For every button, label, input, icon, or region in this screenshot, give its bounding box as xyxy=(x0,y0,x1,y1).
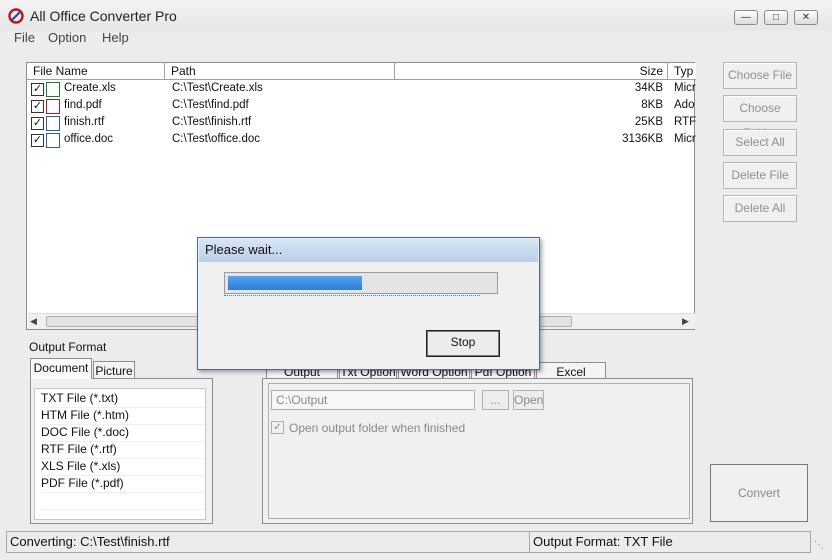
file-row-checkbox[interactable]: ✓ xyxy=(31,100,44,113)
file-row[interactable]: ✓ finish.rtf C:\Test\finish.rtf 25KB RTF xyxy=(27,115,696,132)
format-list-item[interactable]: XLS File (*.xls) xyxy=(41,459,205,476)
progress-fill xyxy=(228,276,362,290)
column-header-size[interactable]: Size xyxy=(395,63,668,80)
file-row-checkbox[interactable]: ✓ xyxy=(31,117,44,130)
delete-file-button[interactable]: Delete File xyxy=(723,162,797,189)
file-row-path: C:\Test\find.pdf xyxy=(172,99,249,111)
file-row-size: 8KB xyxy=(641,99,663,111)
file-row-checkbox[interactable]: ✓ xyxy=(31,83,44,96)
format-list-item[interactable]: RTF File (*.rtf) xyxy=(41,442,205,459)
file-row-path: C:\Test\finish.rtf xyxy=(172,116,252,128)
status-output-format: Output Format: TXT File xyxy=(529,531,811,553)
pdf-file-icon xyxy=(46,99,60,114)
delete-all-button[interactable]: Delete All xyxy=(723,195,797,222)
file-row-name: find.pdf xyxy=(64,99,102,111)
minimize-button[interactable]: — xyxy=(734,10,758,25)
choose-folder-button[interactable]: Choose Folder xyxy=(723,95,797,140)
convert-button[interactable]: Convert xyxy=(710,464,808,522)
format-list-item[interactable]: DOC File (*.doc) xyxy=(41,425,205,442)
file-row-path: C:\Test\office.doc xyxy=(172,133,260,145)
format-list-empty-row xyxy=(41,493,205,510)
file-row-size: 25KB xyxy=(634,116,663,128)
stop-button[interactable]: Stop xyxy=(426,330,500,357)
file-row-path: C:\Test\Create.xls xyxy=(172,82,263,94)
progress-dialog: Please wait... Stop xyxy=(197,237,540,370)
file-row[interactable]: ✓ Create.xls C:\Test\Create.xls 34KB Micr xyxy=(27,81,696,98)
open-button[interactable]: Open xyxy=(513,390,544,410)
open-when-finished-label: Open output folder when finished xyxy=(289,421,466,435)
choose-file-button[interactable]: Choose File xyxy=(723,62,797,89)
file-row-size: 3136KB xyxy=(622,133,663,145)
file-row-type: Micr xyxy=(674,133,696,145)
progress-dotted-line xyxy=(224,295,480,296)
file-row-name: office.doc xyxy=(64,133,114,145)
open-when-finished-checkbox[interactable]: ✓ xyxy=(271,421,284,434)
file-row-type: RTF xyxy=(674,116,696,128)
maximize-button[interactable]: □ xyxy=(764,10,788,25)
close-button[interactable]: ✕ xyxy=(794,10,818,25)
column-header-path[interactable]: Path xyxy=(165,63,395,80)
dialog-title: Please wait... xyxy=(199,239,538,262)
format-list-empty-row xyxy=(41,510,205,527)
tab-document[interactable]: Document xyxy=(30,358,92,379)
menu-file[interactable]: File xyxy=(14,30,35,45)
file-row-type: Micr xyxy=(674,82,696,94)
progress-bar xyxy=(224,272,498,294)
close-icon: ✕ xyxy=(801,12,811,23)
rtf-file-icon xyxy=(46,116,60,131)
format-list-item[interactable]: PDF File (*.pdf) xyxy=(41,476,205,493)
file-row-name: finish.rtf xyxy=(64,116,105,128)
file-row-size: 34KB xyxy=(634,82,663,94)
file-row-type: Ado xyxy=(674,99,695,111)
menu-option[interactable]: Option xyxy=(48,30,86,45)
resize-grip-icon[interactable]: ⋱ xyxy=(814,540,824,551)
xls-file-icon xyxy=(46,82,60,97)
browse-button[interactable]: ... xyxy=(482,390,509,410)
format-list-item[interactable]: TXT File (*.txt) xyxy=(41,391,205,408)
file-row[interactable]: ✓ find.pdf C:\Test\find.pdf 8KB Ado xyxy=(27,98,694,115)
select-all-button[interactable]: Select All xyxy=(723,129,797,156)
format-list[interactable]: TXT File (*.txt) HTM File (*.htm) DOC File… xyxy=(34,388,206,527)
menu-help[interactable]: Help xyxy=(102,30,129,45)
maximize-icon: □ xyxy=(772,12,780,23)
window-title: All Office Converter Pro xyxy=(30,8,177,24)
column-header-file-name[interactable]: File Name xyxy=(27,63,165,80)
minimize-icon: — xyxy=(741,12,751,23)
format-list-item[interactable]: HTM File (*.htm) xyxy=(41,408,205,425)
scroll-right-icon[interactable]: ▶ xyxy=(682,316,689,327)
output-format-label: Output Format xyxy=(29,340,107,354)
status-converting: Converting: C:\Test\finish.rtf xyxy=(6,531,530,553)
doc-file-icon xyxy=(46,133,60,148)
file-row-name: Create.xls xyxy=(64,82,116,94)
file-row-checkbox[interactable]: ✓ xyxy=(31,134,44,147)
output-folder-input[interactable]: C:\Output xyxy=(271,390,475,410)
column-header-type[interactable]: Typ xyxy=(668,63,696,80)
file-row[interactable]: ✓ office.doc C:\Test\office.doc 3136KB Micr xyxy=(27,132,696,149)
app-logo-icon xyxy=(8,8,24,24)
scroll-left-icon[interactable]: ◀ xyxy=(30,316,37,327)
